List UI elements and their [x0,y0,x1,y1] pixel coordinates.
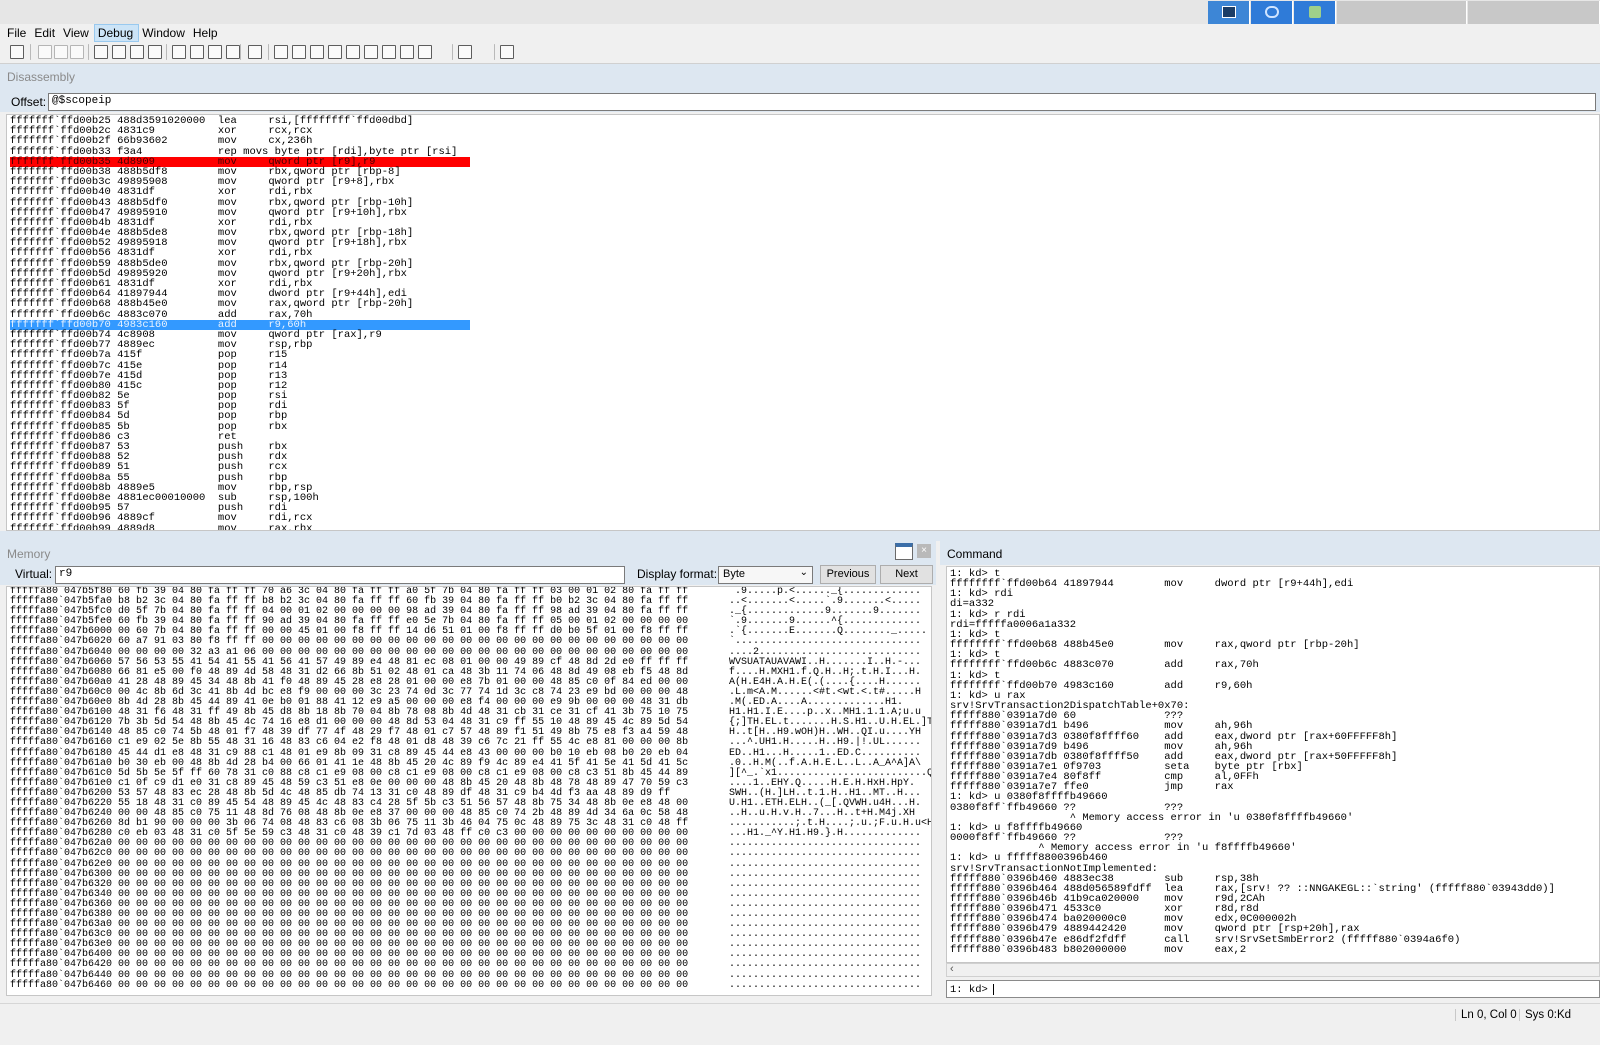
toolbar-separator [30,44,31,60]
registers-window-icon[interactable] [310,45,324,59]
memory-view[interactable]: fffffa80`047b5f80 60 fb 39 04 80 fa ff f… [6,586,932,996]
status-position: Ln 0, Col 0 [1455,1009,1517,1021]
watch-window-icon[interactable] [274,45,288,59]
mem-line: fffffa80`047b6460 00 00 00 00 00 00 00 0… [10,979,689,991]
cmd-line: di=a332 [950,598,995,611]
cmd-line: ffffffff`ffd00b6c 4883c070 add rax,70h [950,659,1259,672]
mem-ascii-line: ...^.UH1.H.....H..H9.|!.UL...... [729,737,922,749]
scroll-left-icon[interactable]: ‹ [950,963,954,975]
disassembly-window-icon[interactable] [364,45,378,59]
dis-line: fffffff`ffd00b99 4889d8 mov rax,rbx [10,522,313,531]
taskbar-slot-5[interactable] [1468,1,1600,24]
stop-icon[interactable] [130,45,144,59]
go-icon[interactable] [94,45,108,59]
memory-hex-lines: fffffa80`047b5f80 60 fb 39 04 80 fa ff f… [10,587,688,991]
toolbar-separator [268,44,269,60]
cmd-line: ffffffff`ffd00b64 41897944 mov dword ptr… [950,578,1354,591]
run-to-cursor-icon[interactable] [226,45,240,59]
cmd-line: ffffffff`ffd00b68 488b45e0 mov rax,qword… [950,639,1360,652]
disassembly-view[interactable]: fffffff`ffd00b25 488d3591020000 lea rsi,… [6,114,1600,531]
command-prompt: 1: kd> [950,984,988,996]
font-icon[interactable] [458,45,472,59]
toolbar [0,42,1600,64]
toolbar-separator [88,44,89,60]
step-over-icon[interactable] [190,45,204,59]
menu-debug[interactable]: Debug [93,24,140,42]
title-bar [0,0,1600,24]
mem-ascii-line: ................................ [729,979,922,991]
virtual-label: Virtual: [15,567,53,581]
memory-close-icon[interactable]: × [917,544,931,558]
toolbar-separator [452,44,453,60]
disassembly-title: Disassembly [0,64,1600,92]
taskbar-app-3[interactable] [1294,1,1336,24]
display-format-label: Display format: [637,567,718,581]
status-bar: Ln 0, Col 0 Sys 0:Kd [0,1003,1600,1045]
mem-line: fffffa80`047b6160 c1 e9 02 5e 8b 55 48 3… [10,737,689,749]
text-cursor [993,984,994,995]
next-button[interactable]: Next [880,565,933,584]
call-stack-icon[interactable] [346,45,360,59]
globe-icon [1265,6,1279,18]
memory-window-icon[interactable] [328,45,342,59]
restart-icon[interactable] [112,45,126,59]
chevron-down-icon: ⌄ [799,567,808,578]
virtual-address-input[interactable]: r9 [55,566,625,584]
paste-icon[interactable] [70,45,84,59]
cmd-line: rdi=fffffa0006a1a332 [950,618,1077,631]
taskbar-app-2[interactable] [1251,1,1293,24]
cmd-line: fffff880`0396b483 b802000000 mov eax,2 [950,943,1247,956]
open-icon[interactable] [10,45,24,59]
hex-mode-icon[interactable] [418,45,432,59]
cmd-line: ffffffff`ffd00b70 4983c160 add r9,60h [950,679,1253,692]
console-icon [1222,6,1236,18]
dis-line: fffffff`ffd00b96 4889cf mov rdi,rcx [10,512,313,525]
memory-options-icon[interactable] [895,543,913,560]
memory-controls: Virtual: r9 Display format: Byte ⌄ Previo… [0,565,936,585]
menu-bar: File Edit View Debug Window Help [0,24,1600,42]
copy-icon[interactable] [54,45,68,59]
dis-line: fffffff`ffd00b7a 415f pop r15 [10,349,288,362]
command-title: Command [940,541,1600,565]
toolbar-separator [166,44,167,60]
break-icon[interactable] [148,45,162,59]
horizontal-splitter[interactable] [0,531,1600,541]
taskbar-app-1[interactable] [1208,1,1250,24]
cmd-line: fffff880`0391a7d1 b496 mov ah,96h [950,720,1253,733]
display-format-select[interactable]: Byte ⌄ [718,566,813,584]
menu-file[interactable]: File [4,24,31,42]
menu-window[interactable]: Window [139,24,190,42]
step-out-icon[interactable] [208,45,222,59]
scratch-pad-icon[interactable] [382,45,396,59]
memory-ascii-lines: `.9.....p.<......_{............. ..<.....… [729,587,931,991]
disassembly-lines: fffffff`ffd00b25 488d3591020000 lea rsi,… [10,116,470,531]
menu-view[interactable]: View [60,24,94,42]
offset-input[interactable]: @$scopeip [48,93,1596,111]
disassembly-offset-row: Offset: @$scopeip [0,92,1600,112]
command-horizontal-scrollbar[interactable]: ‹ [946,963,1600,977]
command-window-icon[interactable] [248,45,262,59]
menu-edit[interactable]: Edit [31,24,60,42]
network-icon [1309,6,1321,18]
command-output-lines: 1: kd> t ffffffff`ffd00b64 41897944 mov d… [950,569,1555,955]
step-into-icon[interactable] [172,45,186,59]
toolbar-separator [240,44,241,60]
source-mode-icon[interactable] [400,45,414,59]
cut-icon[interactable] [38,45,52,59]
command-input[interactable]: 1: kd> [946,980,1600,998]
menu-help[interactable]: Help [190,24,223,42]
locals-window-icon[interactable] [292,45,306,59]
taskbar-slot-4[interactable] [1337,1,1467,24]
options-icon[interactable] [500,45,514,59]
command-output[interactable]: 1: kd> t ffffffff`ffd00b64 41897944 mov d… [946,566,1600,963]
memory-title: Memory [0,541,936,565]
display-format-value: Byte [723,568,746,580]
dis-line: fffffff`ffd00b40 4831df xor rdi,rbx [10,186,313,199]
cmd-line: 1: kd> rdi [950,588,1014,601]
cmd-line: 1: kd> u fffff8800396b460 [950,852,1108,865]
toolbar-separator [494,44,495,60]
offset-label: Offset: [11,95,47,109]
previous-button[interactable]: Previous [820,565,876,584]
status-sys: Sys 0:Kd [1519,1009,1571,1021]
